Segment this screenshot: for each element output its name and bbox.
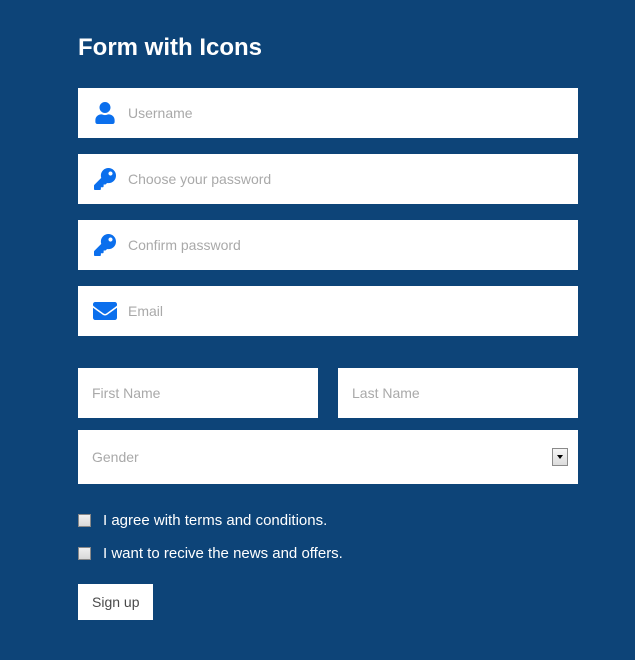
gender-select[interactable]: Gender <box>78 430 578 484</box>
user-icon <box>82 102 128 124</box>
confirm-password-input[interactable] <box>128 220 578 270</box>
chevron-down-icon[interactable] <box>552 448 568 466</box>
first-name-input[interactable] <box>78 368 318 418</box>
news-row: I want to recive the news and offers. <box>78 545 578 562</box>
terms-label: I agree with terms and conditions. <box>103 512 327 529</box>
name-row <box>78 368 578 418</box>
last-name-field <box>338 368 578 418</box>
username-input[interactable] <box>128 88 578 138</box>
first-name-field <box>78 368 318 418</box>
signup-button[interactable]: Sign up <box>78 584 153 620</box>
password-field <box>78 154 578 204</box>
confirm-password-field <box>78 220 578 270</box>
key-icon <box>82 168 128 190</box>
envelope-icon <box>82 299 128 323</box>
news-label: I want to recive the news and offers. <box>103 545 343 562</box>
page-title: Form with Icons <box>78 34 578 62</box>
terms-checkbox[interactable] <box>78 514 91 527</box>
email-input[interactable] <box>128 286 578 336</box>
key-icon <box>82 234 128 256</box>
username-field <box>78 88 578 138</box>
news-checkbox[interactable] <box>78 547 91 560</box>
email-field <box>78 286 578 336</box>
last-name-input[interactable] <box>338 368 578 418</box>
gender-select-label: Gender <box>92 449 552 465</box>
terms-row: I agree with terms and conditions. <box>78 512 578 529</box>
password-input[interactable] <box>128 154 578 204</box>
